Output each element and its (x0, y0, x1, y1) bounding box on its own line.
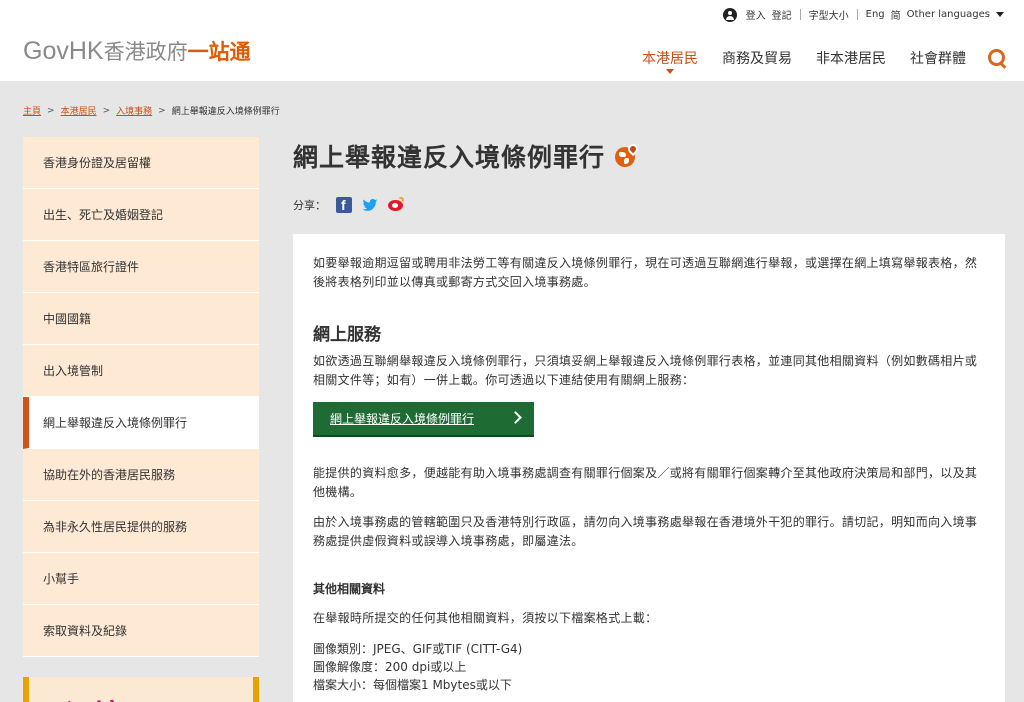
sidebar-item-helper[interactable]: 小幫手 (23, 553, 259, 605)
share-label: 分享： (293, 199, 326, 212)
sidebar-item-control[interactable]: 出入境管制 (23, 345, 259, 397)
breadcrumb: 主頁 > 本港居民 > 入境事務 > 網上舉報違反入境條例罪行 (23, 104, 280, 118)
breadcrumb-separator: > (158, 105, 166, 116)
breadcrumb-current: 網上舉報違反入境條例罪行 (171, 107, 280, 117)
sidebar-item-nationality[interactable]: 中國國籍 (23, 293, 259, 345)
file-spec-list: 圖像類別：JPEG、GIF或TIF (CITT-G4) 圖像解像度：200 dp… (313, 640, 522, 694)
twitter-bird (362, 199, 378, 211)
globe-location-icon[interactable] (615, 141, 641, 168)
lang-eng-link[interactable]: Eng (866, 9, 885, 20)
breadcrumb-home[interactable]: 主頁 (23, 104, 41, 117)
breadcrumb-separator: > (102, 105, 111, 116)
divider (799, 9, 801, 20)
nav-business[interactable]: 商務及貿易 (722, 48, 792, 68)
spec-file-size: 檔案大小：每個檔案1 Mbytes或以下 (313, 678, 512, 692)
login-link[interactable]: 登入 (746, 7, 766, 22)
other-info-heading: 其他相關資料 (313, 582, 386, 596)
breadcrumb-residents[interactable]: 本港居民 (61, 104, 97, 117)
online-service-paragraph: 如欲透過互聯網舉報違反入境條例罪行，只須填妥網上舉報違反入境條例罪行表格，並連同… (313, 354, 978, 387)
twitter-icon[interactable] (362, 197, 378, 213)
utility-bar: 登入 登記 字型大小 Eng 简 Other languages (722, 7, 1004, 22)
report-online-label: 網上舉報違反入境條例罪行 (330, 412, 475, 426)
breadcrumb-separator: > (47, 105, 55, 116)
online-service-heading: 網上服務 (313, 325, 381, 345)
search-icon[interactable] (988, 49, 1006, 67)
sidebar-item-registration[interactable]: 出生、死亡及婚姻登記 (23, 189, 259, 241)
sidebar-item-assistance[interactable]: 協助在外的香港居民服務 (23, 449, 259, 501)
sidebar-item-non-permanent[interactable]: 為非永久性居民提供的服務 (23, 501, 259, 553)
jurisdiction-paragraph: 由於入境事務處的管轄範圍只及香港特別行政區，請勿向入境事務處舉報在香港境外干犯的… (313, 515, 978, 548)
title-row: 網上舉報違反入境條例罪行 (293, 138, 641, 174)
sidebar-item-travel-docs[interactable]: 香港特區旅行證件 (23, 241, 259, 293)
register-link[interactable]: 登記 (772, 7, 792, 22)
font-size-link[interactable]: 字型大小 (809, 7, 849, 22)
info-paragraph: 能提供的資料愈多，便越能有助入境事務處調查有關罪行個案及／或將有關罪行個案轉介至… (313, 466, 978, 499)
sidebar-item-report[interactable]: 網上舉報違反入境條例罪行 (23, 397, 259, 449)
page-title: 網上舉報違反入境條例罪行 (293, 143, 606, 172)
main-nav: 本港居民 商務及貿易 非本港居民 社會群體 (618, 48, 1006, 74)
spec-resolution: 圖像解像度：200 dpi或以上 (313, 660, 467, 674)
site-header: 登入 登記 字型大小 Eng 简 Other languages GovHK香港… (0, 0, 1024, 81)
user-icon (722, 7, 737, 22)
logo-gov: Gov (23, 37, 69, 65)
logo-zh2: 一站通 (187, 40, 251, 64)
divider (856, 9, 858, 20)
chevron-right-icon (509, 411, 522, 424)
intro-paragraph: 如要舉報逾期逗留或聘用非法勞工等有關違反入境條例罪行，現在可透過互聯網進行舉報，… (313, 256, 978, 289)
logo-zh: 香港政府 (103, 40, 188, 64)
logo-hk: HK (68, 37, 104, 65)
promo-text: 入境 (59, 691, 127, 702)
upload-format-paragraph: 在舉報時所提交的任何其他相關資料，須按以下檔案格式上載： (313, 611, 658, 625)
sidebar-nav: 香港身份證及居留權 出生、死亡及婚姻登記 香港特區旅行證件 中國國籍 出入境管制… (23, 137, 259, 657)
nav-communities[interactable]: 社會群體 (910, 48, 966, 68)
report-online-button[interactable]: 網上舉報違反入境條例罪行 (313, 402, 534, 437)
promo-banner[interactable]: 入境 (23, 677, 259, 702)
breadcrumb-immigration[interactable]: 入境事務 (116, 104, 152, 117)
other-languages-link[interactable]: Other languages (907, 9, 990, 20)
weibo-icon[interactable] (388, 197, 404, 213)
nav-residents[interactable]: 本港居民 (642, 48, 698, 74)
lang-sc-link[interactable]: 简 (891, 7, 901, 22)
facebook-icon[interactable] (336, 197, 352, 213)
weibo-arc (398, 197, 404, 203)
sidebar-item-records[interactable]: 索取資料及紀錄 (23, 605, 259, 657)
govhk-logo[interactable]: GovHK香港政府一站通 (23, 36, 251, 67)
content-panel: 如要舉報逾期逗留或聘用非法勞工等有關違反入境條例罪行，現在可透過互聯網進行舉報，… (293, 234, 1005, 702)
share-row: 分享： (293, 197, 404, 213)
sidebar-item-hkid[interactable]: 香港身份證及居留權 (23, 137, 259, 189)
nav-non-residents[interactable]: 非本港居民 (816, 48, 886, 68)
caret-down-icon[interactable] (996, 12, 1004, 17)
spec-image-type: 圖像類別：JPEG、GIF或TIF (CITT-G4) (313, 642, 523, 656)
